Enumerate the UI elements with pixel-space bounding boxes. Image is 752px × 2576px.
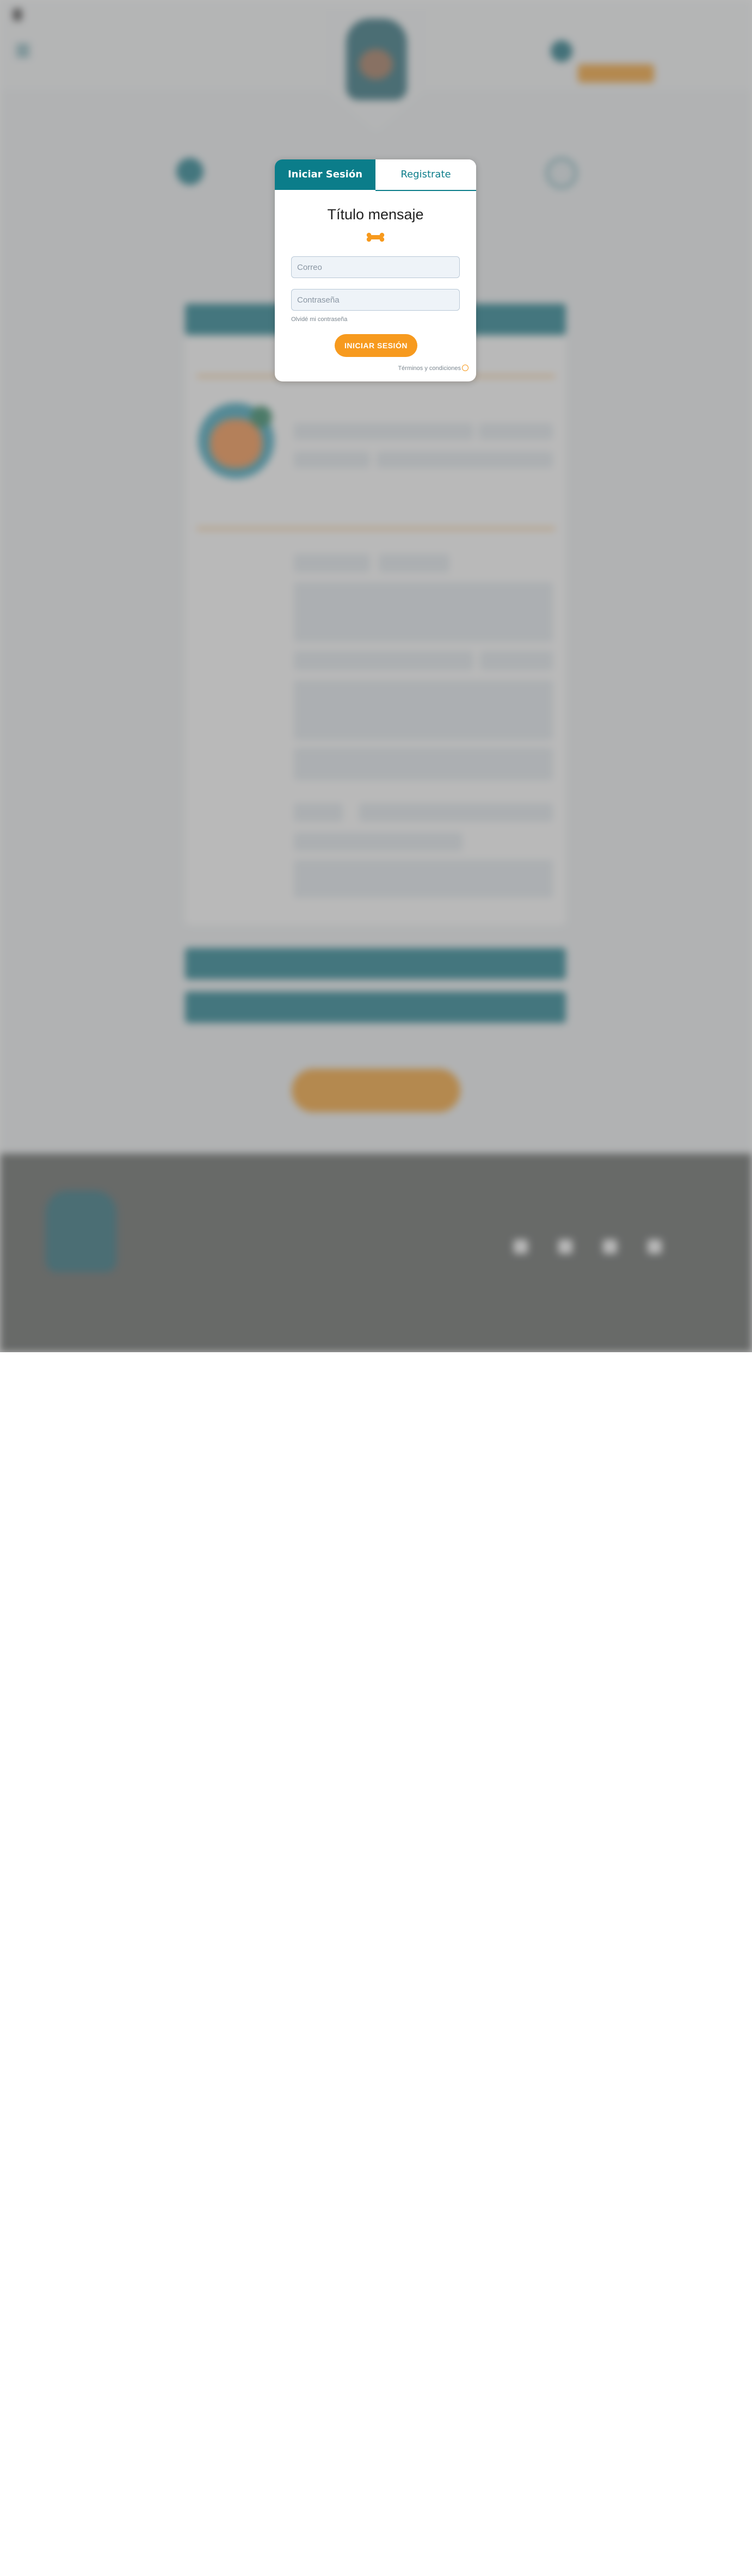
modal-title: Título mensaje bbox=[327, 206, 424, 223]
email-input[interactable] bbox=[291, 256, 460, 278]
modal-tabs: Iniciar Sesión Registrate bbox=[275, 159, 476, 191]
tab-register[interactable]: Registrate bbox=[375, 159, 476, 191]
bone-icon bbox=[366, 232, 385, 242]
password-input[interactable] bbox=[291, 289, 460, 311]
tab-login[interactable]: Iniciar Sesión bbox=[275, 159, 375, 190]
login-button[interactable]: INICIAR SESIÓN bbox=[335, 334, 417, 357]
info-icon[interactable] bbox=[462, 365, 469, 371]
forgot-password-link[interactable]: Olvidé mi contraseña bbox=[291, 316, 347, 323]
terms-link[interactable]: Términos y condiciones bbox=[398, 365, 461, 372]
login-modal: Iniciar Sesión Registrate Título mensaje… bbox=[275, 159, 476, 381]
page: Iniciar Sesión Registrate Título mensaje… bbox=[0, 0, 752, 1352]
